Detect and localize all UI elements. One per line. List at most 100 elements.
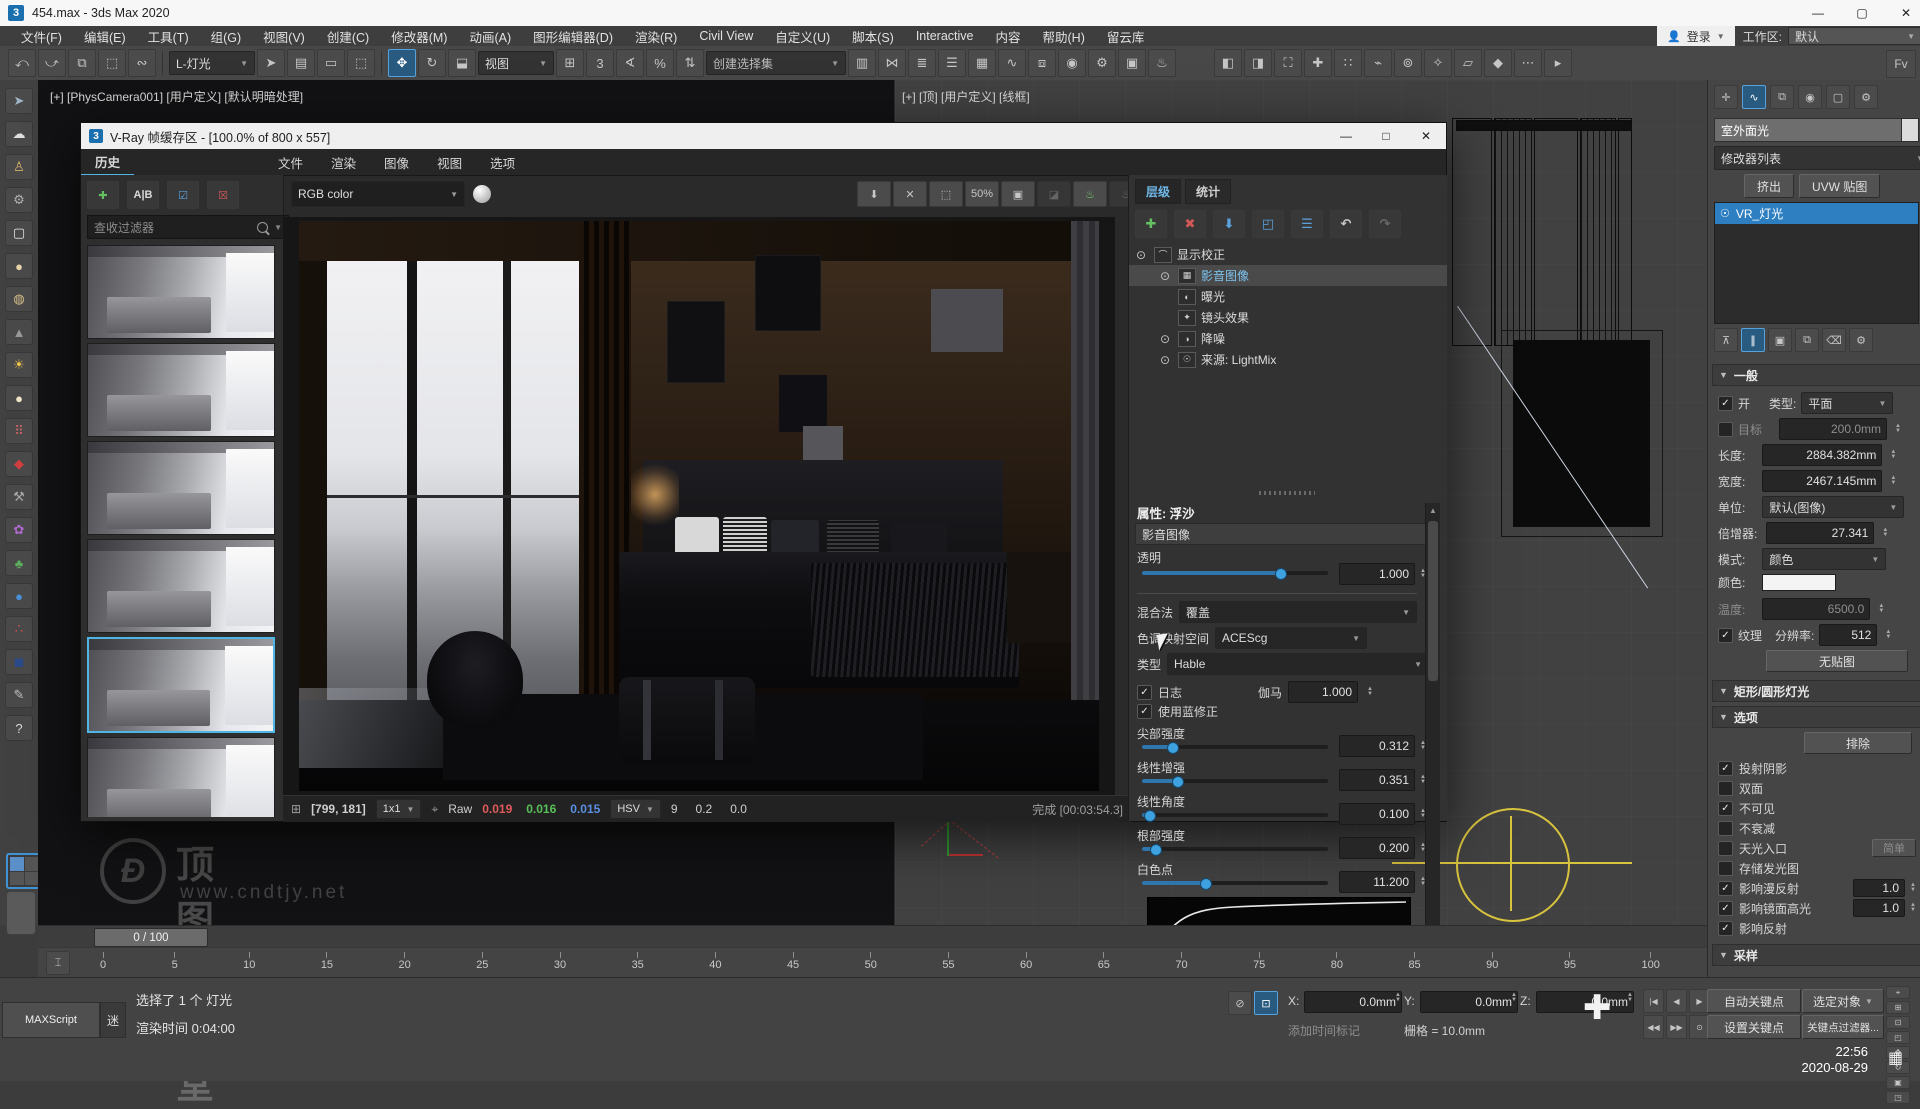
toolbar-icon[interactable]: ⌁ — [1364, 49, 1392, 77]
eye-icon[interactable]: ⊙ — [1133, 248, 1149, 262]
option-checkbox[interactable] — [1718, 781, 1733, 796]
vfb-menu-item[interactable]: 图像 — [370, 153, 423, 172]
selection-lock-icon[interactable]: ⊡ — [1254, 991, 1278, 1015]
toolbar-icon[interactable]: ∿ — [998, 49, 1026, 77]
menu-item[interactable]: 编辑(E) — [73, 27, 137, 46]
snap-tool-icon[interactable]: ⊞ — [556, 49, 584, 77]
panel-splitter-grip[interactable] — [1259, 491, 1315, 495]
menu-item[interactable]: 自定义(U) — [764, 27, 841, 46]
mode-dropdown[interactable]: 颜色▼ — [1762, 548, 1886, 570]
toolbar-icon[interactable]: ☰ — [938, 49, 966, 77]
script-toolbar-icon[interactable]: ➤ — [5, 88, 33, 114]
toolbar-icon[interactable]: ➤ — [257, 49, 285, 77]
scroll-up-arrow[interactable]: ▲ — [1426, 503, 1440, 517]
window-minimize-button[interactable]: — — [1796, 0, 1840, 26]
vfb-minimize-button[interactable]: — — [1326, 123, 1366, 149]
length-field[interactable]: 2884.382mm — [1762, 444, 1882, 466]
history-thumbnail[interactable] — [87, 737, 275, 817]
gamma-field[interactable]: 1.000 — [1288, 681, 1358, 703]
option-checkbox[interactable] — [1718, 761, 1733, 776]
window-maximize-button[interactable]: ▢ — [1840, 0, 1884, 26]
script-toolbar-icon[interactable]: ✎ — [5, 682, 33, 708]
toolbar-icon[interactable]: ≣ — [908, 49, 936, 77]
script-toolbar-icon[interactable]: ∴ — [5, 616, 33, 642]
history-thumbnail[interactable] — [87, 637, 275, 733]
width-field[interactable]: 2467.145mm — [1762, 470, 1882, 492]
snap-tool-icon[interactable]: ⇅ — [676, 49, 704, 77]
history-tool-icon[interactable]: ☑ — [167, 181, 199, 209]
snap-tool-icon[interactable]: % — [646, 49, 674, 77]
tonemap-type-dropdown[interactable]: Hable▼ — [1167, 653, 1429, 675]
vfb-history-tab[interactable]: 历史 — [81, 148, 134, 176]
object-name-field[interactable]: 室外面光 — [1714, 118, 1913, 142]
tonemap-slider[interactable] — [1142, 881, 1328, 885]
slider-value-field[interactable]: 11.200 — [1339, 871, 1415, 893]
transport-button[interactable]: ◀ — [1666, 989, 1687, 1013]
transport-button[interactable]: ◀◀ — [1643, 1015, 1664, 1039]
viewport-nav-icon[interactable]: ⊡ — [1886, 1016, 1910, 1029]
tonemap-slider[interactable] — [1142, 745, 1328, 749]
option-sub-button[interactable]: 简单 — [1872, 839, 1916, 857]
history-thumbnail[interactable] — [87, 539, 275, 633]
script-toolbar-icon[interactable]: ♣ — [5, 550, 33, 576]
viewport-nav-icon[interactable]: ⌖ — [1886, 986, 1910, 999]
script-toolbar-icon[interactable]: ▲ — [5, 319, 33, 345]
script-toolbar-icon[interactable]: ? — [5, 715, 33, 741]
menu-item[interactable]: Interactive — [905, 29, 985, 43]
menu-item[interactable]: 创建(C) — [316, 27, 380, 46]
transform-tool-icon[interactable]: ⬓ — [448, 49, 476, 77]
rollout-general[interactable]: ▼一般 — [1712, 364, 1920, 386]
vfb-layer-row[interactable]: ⊙ ✦ 镜头效果 — [1129, 307, 1447, 328]
option-value-field[interactable]: 1.0 — [1853, 879, 1905, 897]
tonemap-slider[interactable] — [1142, 779, 1328, 783]
big-plus-icon[interactable]: ✚ — [1583, 988, 1612, 1028]
stack-tool-icon[interactable]: ⌫ — [1822, 328, 1846, 352]
camera-viewport-label[interactable]: [+] [PhysCamera001] [用户定义] [默认明暗处理] — [50, 88, 303, 105]
light-type-dropdown[interactable]: 平面▼ — [1801, 392, 1893, 414]
command-panel-tab[interactable]: ⧉ — [1770, 85, 1794, 109]
command-panel-tab[interactable]: ∿ — [1742, 85, 1766, 109]
rollout-sampling[interactable]: ▼采样 — [1712, 944, 1920, 966]
set-key-button[interactable]: 设置关键点 — [1707, 1015, 1801, 1039]
toolbar-icon[interactable]: ◉ — [1058, 49, 1086, 77]
vfb-close-button[interactable]: ✕ — [1406, 123, 1446, 149]
option-checkbox[interactable] — [1718, 801, 1733, 816]
vfb-panel-tab[interactable]: 统计 — [1185, 179, 1231, 204]
vfb-image-tool-icon[interactable]: ⬇ — [857, 181, 891, 207]
auto-key-button[interactable]: 自动关键点 — [1707, 989, 1801, 1013]
script-toolbar-icon[interactable]: ● — [5, 385, 33, 411]
script-toolbar-icon[interactable]: ◼ — [5, 649, 33, 675]
tonemap-slider[interactable] — [1142, 847, 1328, 851]
slider-value-field[interactable]: 0.100 — [1339, 803, 1415, 825]
toolbar-icon[interactable]: ▣ — [1118, 49, 1146, 77]
stack-tool-icon[interactable]: ⧉ — [1795, 328, 1819, 352]
units-dropdown[interactable]: 默认(图像)▼ — [1762, 496, 1904, 518]
option-value-field[interactable]: 1.0 — [1853, 899, 1905, 917]
modifier-stack-row[interactable]: ☉ VR_灯光 — [1715, 203, 1918, 224]
toolbar-icon[interactable]: ⧉ — [68, 49, 96, 77]
toolbar-icon[interactable]: ◨ — [1244, 49, 1272, 77]
option-checkbox[interactable] — [1718, 881, 1733, 896]
toolbar-icon[interactable]: ∾ — [128, 49, 156, 77]
multiplier-field[interactable]: 27.341 — [1766, 522, 1874, 544]
menu-item[interactable]: 视图(V) — [252, 27, 316, 46]
history-tool-icon[interactable]: A|B — [127, 181, 159, 209]
toolbar-icon[interactable]: ▱ — [1454, 49, 1482, 77]
toolbar-icon[interactable]: ▭ — [317, 49, 345, 77]
blend-mode-dropdown[interactable]: 覆盖▼ — [1179, 601, 1417, 623]
option-checkbox[interactable] — [1718, 901, 1733, 916]
snap-tool-icon[interactable]: 3 — [586, 49, 614, 77]
bottom-grid-icon[interactable]: ▦ — [1888, 1048, 1903, 1068]
top-viewport-label[interactable]: [+] [顶] [用户定义] [线框] — [902, 88, 1030, 105]
slider-value-field[interactable]: 0.312 — [1339, 735, 1415, 757]
toolbar-icon[interactable]: ⤺ — [8, 49, 36, 77]
rollout-rect-circle-light[interactable]: ▼矩形/圆形灯光 — [1712, 680, 1920, 702]
toolbar-icon[interactable]: ⛶ — [1274, 49, 1302, 77]
stack-tool-icon[interactable]: ▣ — [1768, 328, 1792, 352]
track-bar[interactable]: ⌶ 05101520253035404550556065707580859095… — [38, 947, 1707, 979]
transport-button[interactable]: ▶▶ — [1666, 1015, 1687, 1039]
maxscript-extra-cell[interactable]: 迷 — [100, 1002, 126, 1038]
slider-value-field[interactable]: 0.351 — [1339, 769, 1415, 791]
exclude-button[interactable]: 排除 — [1804, 732, 1912, 754]
x-coord-field[interactable]: 0.0mm — [1304, 991, 1402, 1013]
